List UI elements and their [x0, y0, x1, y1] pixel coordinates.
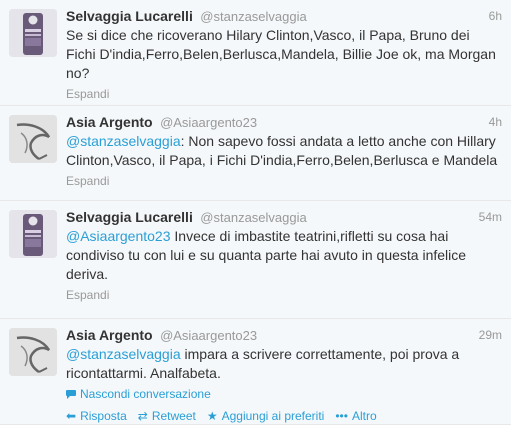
avatar[interactable]: [9, 9, 57, 57]
author-username[interactable]: @stanzaselvaggia: [200, 210, 306, 225]
star-icon: ★: [206, 409, 218, 423]
tweet-item[interactable]: Asia Argento @Asiaargento23 4h @stanzase…: [0, 106, 511, 201]
tweet-header: Selvaggia Lucarelli @stanzaselvaggia 6h: [66, 7, 502, 25]
more-button[interactable]: ••• Altro: [335, 409, 376, 423]
avatar[interactable]: [9, 328, 57, 376]
reply-button[interactable]: ⬅ Risposta: [66, 409, 127, 423]
door-hanger-avatar-image: [9, 210, 57, 258]
mention-link[interactable]: @stanzaselvaggia: [66, 133, 181, 149]
reply-label: Risposta: [80, 409, 127, 423]
avatar[interactable]: [9, 210, 57, 258]
speech-bubble-icon: [66, 389, 76, 399]
tweet-text: @stanzaselvaggia impara a scrivere corre…: [66, 345, 502, 383]
tweet-header: Asia Argento @Asiaargento23 29m: [66, 326, 502, 344]
author-name[interactable]: Selvaggia Lucarelli: [66, 8, 193, 24]
tweet-text: @stanzaselvaggia: Non sapevo fossi andat…: [66, 132, 502, 170]
favorite-label: Aggiungi ai preferiti: [221, 409, 325, 423]
tweet-timestamp[interactable]: 6h: [489, 7, 502, 25]
author-username[interactable]: @stanzaselvaggia: [200, 9, 306, 24]
sketch-avatar-image: [9, 328, 57, 376]
tweet-item[interactable]: Asia Argento @Asiaargento23 29m @stanzas…: [0, 319, 511, 425]
tweet-timeline: Selvaggia Lucarelli @stanzaselvaggia 6h …: [0, 0, 511, 425]
avatar[interactable]: [9, 115, 57, 163]
reply-arrow-icon: ⬅: [66, 409, 77, 423]
author-name[interactable]: Selvaggia Lucarelli: [66, 209, 193, 225]
tweet-timestamp[interactable]: 4h: [489, 113, 502, 131]
author-username[interactable]: @Asiaargento23: [160, 328, 257, 343]
favorite-button[interactable]: ★ Aggiungi ai preferiti: [207, 409, 325, 423]
author-username[interactable]: @Asiaargento23: [160, 115, 257, 130]
retweet-icon: ⇄: [137, 409, 148, 423]
hide-conversation-link[interactable]: Nascondi conversazione: [66, 386, 502, 402]
author-name[interactable]: Asia Argento: [66, 114, 153, 130]
author-name[interactable]: Asia Argento: [66, 327, 153, 343]
tweet-header: Asia Argento @Asiaargento23 4h: [66, 113, 502, 131]
expand-link[interactable]: Espandi: [66, 287, 502, 303]
mention-link[interactable]: @Asiaargento23: [66, 228, 171, 244]
retweet-button[interactable]: ⇄ Retweet: [138, 409, 196, 423]
more-label: Altro: [351, 409, 377, 423]
sketch-avatar-image: [9, 115, 57, 163]
tweet-timestamp[interactable]: 29m: [479, 326, 502, 344]
tweet-item[interactable]: Selvaggia Lucarelli @stanzaselvaggia 54m…: [0, 201, 511, 319]
mention-link[interactable]: @stanzaselvaggia: [66, 346, 181, 362]
more-dots-icon: •••: [335, 409, 348, 423]
tweet-header: Selvaggia Lucarelli @stanzaselvaggia 54m: [66, 208, 502, 226]
tweet-timestamp[interactable]: 54m: [479, 208, 502, 226]
expand-link[interactable]: Espandi: [66, 173, 502, 189]
tweet-text: Se si dice che ricoverano Hilary Clinton…: [66, 27, 496, 81]
tweet-actions: ⬅ Risposta ⇄ Retweet ★ Aggiungi ai prefe…: [66, 408, 502, 424]
tweet-text: @Asiaargento23 Invece di imbastite teatr…: [66, 227, 502, 284]
door-hanger-avatar-image: [9, 9, 57, 57]
hide-conversation-label: Nascondi conversazione: [80, 387, 211, 401]
expand-link[interactable]: Espandi: [66, 86, 502, 102]
tweet-item[interactable]: Selvaggia Lucarelli @stanzaselvaggia 6h …: [0, 0, 511, 106]
retweet-label: Retweet: [151, 409, 196, 423]
